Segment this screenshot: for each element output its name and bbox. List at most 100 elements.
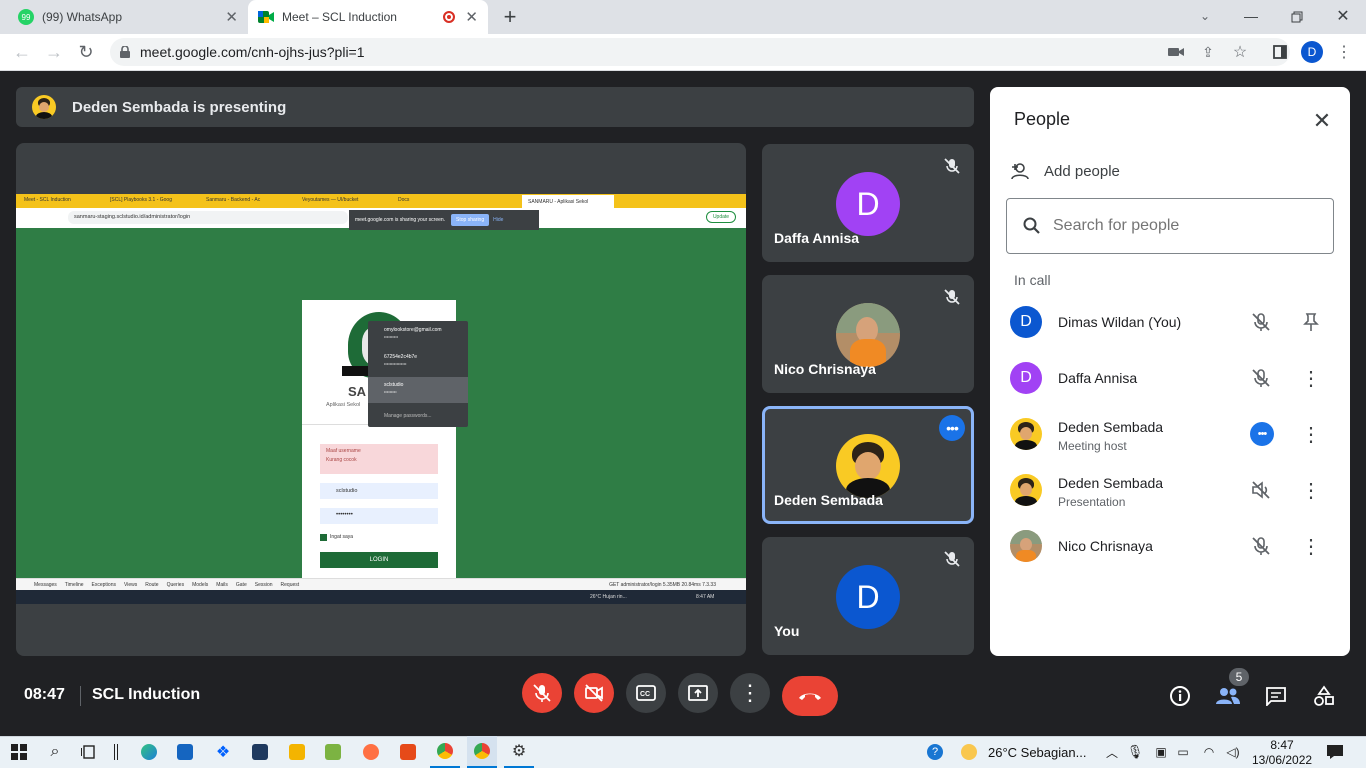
people-button[interactable]: [1214, 684, 1242, 708]
start-button[interactable]: [4, 736, 34, 768]
mic-off-icon[interactable]: [1250, 535, 1272, 557]
captions-icon: CC: [636, 685, 656, 701]
chrome-taskbar-icon-active[interactable]: [467, 736, 497, 768]
participant-row[interactable]: Nico Chrisnaya ⋮: [1010, 522, 1330, 570]
tab-search-icon[interactable]: ⌄: [1194, 4, 1216, 28]
dropbox-icon[interactable]: ❖: [208, 736, 238, 768]
toggle-mic-button[interactable]: [522, 673, 562, 713]
participant-tile[interactable]: D Daffa Annisa: [762, 144, 974, 262]
minimize-icon[interactable]: —: [1240, 4, 1262, 28]
participant-avatar: [1010, 418, 1042, 450]
volume-off-icon[interactable]: [1250, 479, 1272, 501]
mic-off-icon[interactable]: [1250, 311, 1272, 333]
more-options-icon[interactable]: ⋮: [1300, 423, 1322, 446]
more-options-icon[interactable]: ⋮: [1300, 535, 1322, 558]
task-view-icon[interactable]: [74, 736, 104, 768]
share-notice-text: meet.google.com is sharing your screen.: [355, 217, 446, 223]
debug-tab: Exceptions: [91, 581, 116, 588]
info-icon: [1170, 686, 1190, 706]
camera-in-use-icon[interactable]: [1166, 42, 1186, 62]
svg-text:CC: CC: [640, 691, 650, 698]
chrome-menu-icon[interactable]: ⋮: [1334, 42, 1354, 62]
address-bar[interactable]: meet.google.com/cnh-ojhs-jus?pli=1: [110, 38, 1290, 66]
side-panel-icon[interactable]: [1270, 42, 1290, 62]
more-options-button[interactable]: ⋮: [730, 673, 770, 713]
bookmark-star-icon[interactable]: ☆: [1230, 42, 1250, 62]
participant-row[interactable]: D Dimas Wildan (You): [1010, 298, 1330, 346]
participant-name: Nico Chrisnaya: [1058, 538, 1153, 554]
notifications-icon[interactable]: [1320, 736, 1350, 768]
settings-gear-icon[interactable]: ⚙: [504, 736, 534, 768]
reload-icon[interactable]: ↻: [74, 40, 98, 64]
participant-row[interactable]: Deden Sembada Meeting host ••• ⋮: [1010, 410, 1330, 458]
new-tab-icon[interactable]: +: [498, 4, 522, 30]
mail-icon[interactable]: [170, 736, 200, 768]
search-taskbar-icon[interactable]: ⌕: [40, 736, 70, 768]
share-icon[interactable]: ⇪: [1198, 42, 1218, 62]
participant-row[interactable]: Deden Sembada Presentation ⋮: [1010, 466, 1330, 514]
inner-tab: Meet - SCL Induction: [24, 197, 71, 203]
forward-icon[interactable]: →: [42, 40, 66, 64]
close-tab-icon[interactable]: ✕: [225, 8, 238, 26]
participant-row[interactable]: D Daffa Annisa ⋮: [1010, 354, 1330, 402]
meet-icon: [258, 11, 274, 23]
mic-off-icon[interactable]: [1250, 367, 1272, 389]
add-person-icon: [1011, 163, 1029, 180]
debug-stats: GET administrator/login 5.35MB 20.84ms 7…: [609, 581, 716, 588]
debug-tab: Messages: [34, 581, 57, 588]
clock-date: 13/06/2022: [1252, 753, 1313, 767]
terminal-icon[interactable]: [245, 736, 275, 768]
activities-button[interactable]: [1312, 684, 1336, 708]
inner-clock: 8:47 AM: [696, 594, 715, 600]
meeting-details-button[interactable]: [1168, 684, 1192, 708]
captions-button[interactable]: CC: [626, 673, 666, 713]
participant-tile-self[interactable]: D You: [762, 537, 974, 655]
recording-icon: [443, 11, 456, 23]
profile-avatar[interactable]: D: [1301, 41, 1323, 63]
tab-title: (99) WhatsApp: [42, 10, 123, 24]
search-people-input[interactable]: [1053, 217, 1313, 235]
manage-passwords-link: Manage passwords...: [384, 413, 432, 419]
toggle-camera-button[interactable]: [574, 673, 614, 713]
inner-update-button: Update: [706, 211, 736, 223]
debug-tab: Route: [145, 581, 159, 588]
participant-tile-active[interactable]: Deden Sembada •••: [762, 406, 974, 524]
debug-tab: Queries: [166, 581, 185, 588]
close-window-icon[interactable]: ✕: [1332, 4, 1354, 28]
tile-options-icon[interactable]: •••: [939, 415, 965, 441]
leave-call-button[interactable]: [782, 676, 838, 716]
login-error: Maaf username Kurang cocok: [320, 444, 438, 474]
file-explorer-icon[interactable]: [282, 736, 312, 768]
search-people-box[interactable]: [1006, 198, 1334, 254]
more-options-icon[interactable]: ⋮: [1300, 367, 1322, 390]
participant-avatar: [1010, 530, 1042, 562]
close-tab-icon[interactable]: ✕: [465, 8, 478, 26]
office-icon[interactable]: [393, 736, 423, 768]
present-button[interactable]: [678, 673, 718, 713]
participant-tile[interactable]: Nico Chrisnaya: [762, 275, 974, 393]
inner-weather: 26°C Hujan rin...: [590, 594, 627, 600]
chat-button[interactable]: [1264, 684, 1288, 708]
taskbar-clock[interactable]: 8:47 13/06/2022: [1252, 738, 1312, 767]
more-options-icon[interactable]: ⋮: [1300, 479, 1322, 502]
tile-avatar: [836, 303, 900, 367]
error-line: Kurang cocok: [326, 457, 357, 463]
back-icon[interactable]: ←: [10, 40, 34, 64]
edge-icon[interactable]: [134, 736, 164, 768]
presenting-text: Deden Sembada is presenting: [72, 98, 287, 116]
volume-icon[interactable]: ◁): [1218, 736, 1248, 768]
weather-text[interactable]: 26°C Sebagian...: [988, 745, 1086, 760]
tab-title: Meet – SCL Induction: [282, 10, 397, 24]
add-people-button[interactable]: Add people: [1010, 159, 1140, 183]
restore-icon[interactable]: [1286, 6, 1308, 28]
tab-meet[interactable]: Meet – SCL Induction ✕: [248, 0, 488, 34]
activities-icon: [1314, 685, 1334, 706]
app-icon[interactable]: [356, 736, 386, 768]
lock-icon[interactable]: [118, 44, 132, 60]
help-icon[interactable]: ?: [920, 736, 950, 768]
chrome-taskbar-icon[interactable]: [430, 736, 460, 768]
app-icon[interactable]: [318, 736, 348, 768]
tab-whatsapp[interactable]: 99 (99) WhatsApp ✕: [8, 0, 248, 34]
close-panel-icon[interactable]: ✕: [1308, 107, 1336, 135]
pin-icon[interactable]: [1300, 311, 1322, 333]
